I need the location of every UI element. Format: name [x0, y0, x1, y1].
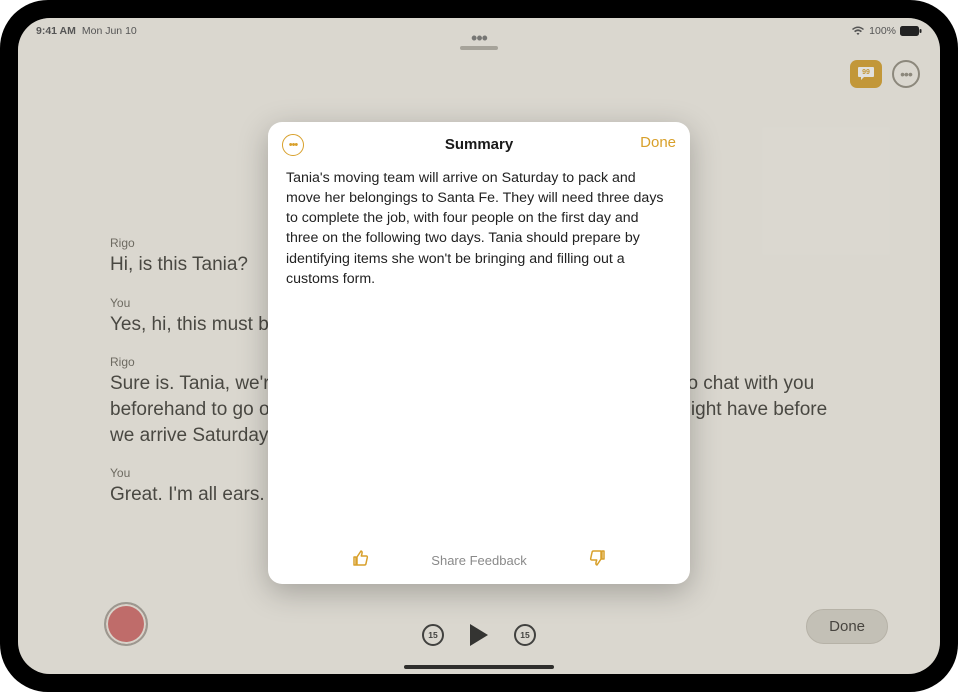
screen: 9:41 AM Mon Jun 10 100% ••• 99 ••• [18, 18, 940, 674]
wifi-icon [851, 26, 865, 36]
status-right: 100% [851, 25, 922, 37]
summary-text: Tania's moving team will arrive on Satur… [268, 166, 690, 544]
thumbs-up-button[interactable] [351, 548, 371, 573]
share-feedback-label: Share Feedback [431, 553, 526, 568]
status-time: 9:41 AM [36, 25, 76, 37]
battery-icon [900, 26, 922, 36]
modal-done-button[interactable]: Done [640, 134, 676, 151]
status-left: 9:41 AM Mon Jun 10 [36, 25, 137, 37]
status-bar: 9:41 AM Mon Jun 10 100% [18, 18, 940, 40]
modal-header: ••• Summary Done [268, 122, 690, 166]
ipad-device-frame: 9:41 AM Mon Jun 10 100% ••• 99 ••• [0, 0, 958, 692]
modal-more-button[interactable]: ••• [282, 134, 304, 156]
modal-footer: Share Feedback [268, 544, 690, 584]
battery-percent: 100% [869, 25, 896, 37]
status-date: Mon Jun 10 [82, 25, 137, 37]
modal-title: Summary [445, 136, 513, 153]
summary-modal: ••• Summary Done Tania's moving team wil… [268, 122, 690, 584]
thumbs-down-button[interactable] [587, 548, 607, 573]
